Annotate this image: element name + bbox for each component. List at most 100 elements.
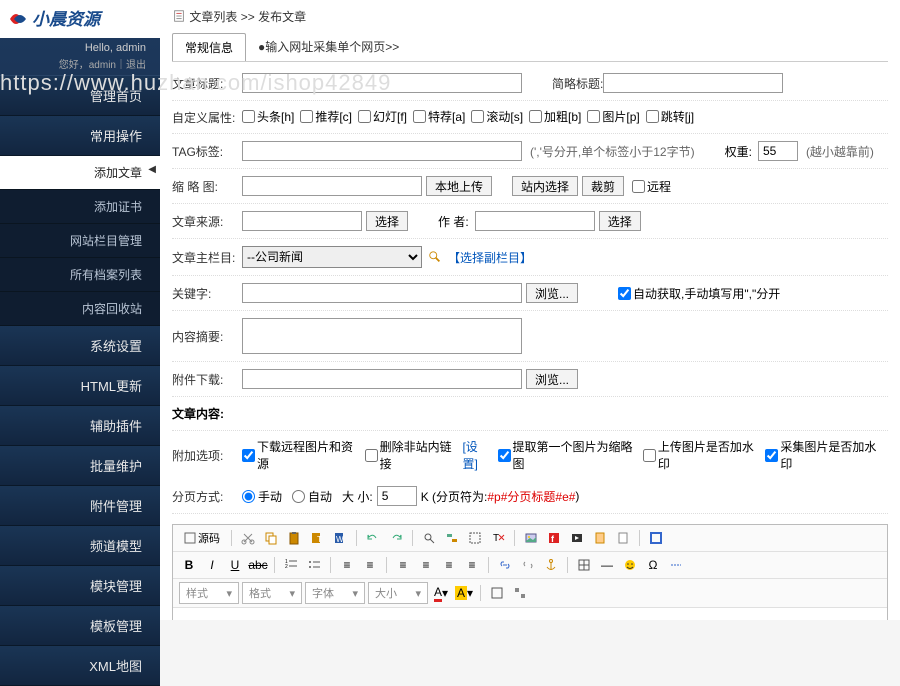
text-color-icon[interactable]: A▾ bbox=[431, 583, 451, 603]
nav-item[interactable]: 辅助插件 bbox=[0, 406, 160, 446]
outdent-icon[interactable]: ≡ bbox=[337, 555, 357, 575]
align-left-icon[interactable]: ≡ bbox=[393, 555, 413, 575]
short-title-input[interactable] bbox=[603, 73, 783, 93]
keywords-input[interactable] bbox=[242, 283, 522, 303]
tab-general[interactable]: 常规信息 bbox=[172, 33, 246, 61]
weight-input[interactable] bbox=[758, 141, 798, 161]
hr-icon[interactable]: — bbox=[597, 555, 617, 575]
attach-browse-button[interactable]: 浏览... bbox=[526, 369, 578, 389]
paging-manual-radio[interactable] bbox=[242, 490, 255, 503]
nav-item[interactable]: 网站栏目管理 bbox=[0, 224, 160, 258]
align-right-icon[interactable]: ≡ bbox=[439, 555, 459, 575]
nav-item[interactable]: 添加证书 bbox=[0, 190, 160, 224]
attr-checkbox[interactable]: 滚动[s] bbox=[471, 108, 523, 125]
paste-icon[interactable] bbox=[284, 528, 304, 548]
attr-checkbox[interactable]: 加粗[b] bbox=[529, 108, 581, 125]
source-input[interactable] bbox=[242, 211, 362, 231]
keywords-browse-button[interactable]: 浏览... bbox=[526, 283, 578, 303]
replace-icon[interactable] bbox=[442, 528, 462, 548]
source-select-button[interactable]: 选择 bbox=[366, 211, 408, 231]
crop-button[interactable]: 裁剪 bbox=[582, 176, 624, 196]
italic-icon[interactable]: I bbox=[202, 555, 222, 575]
nav-item[interactable]: HTML更新 bbox=[0, 366, 160, 406]
nav-item[interactable]: 模板管理 bbox=[0, 606, 160, 646]
page-size-input[interactable] bbox=[377, 486, 417, 506]
nav-item[interactable]: 频道模型 bbox=[0, 526, 160, 566]
page-icon[interactable] bbox=[613, 528, 633, 548]
attr-checkbox[interactable]: 图片[p] bbox=[587, 108, 639, 125]
thumb-input[interactable] bbox=[242, 176, 422, 196]
attr-checkbox[interactable]: 头条[h] bbox=[242, 108, 294, 125]
upload-button[interactable]: 本地上传 bbox=[426, 176, 492, 196]
tab-collect[interactable]: ●输入网址采集单个网页>> bbox=[250, 33, 407, 61]
tag-input[interactable] bbox=[242, 141, 522, 161]
blocks-icon[interactable] bbox=[510, 583, 530, 603]
paging-auto-radio[interactable] bbox=[292, 490, 305, 503]
nav-item[interactable]: 批量维护 bbox=[0, 446, 160, 486]
opt-setting-link[interactable]: [设置] bbox=[462, 438, 491, 472]
attach-input[interactable] bbox=[242, 369, 522, 389]
undo-icon[interactable] bbox=[363, 528, 383, 548]
unlink-icon[interactable] bbox=[518, 555, 538, 575]
special-char-icon[interactable]: Ω bbox=[643, 555, 663, 575]
remove-format-icon[interactable]: T bbox=[488, 528, 508, 548]
attach-icon[interactable] bbox=[590, 528, 610, 548]
nav-item[interactable]: 所有档案列表 bbox=[0, 258, 160, 292]
bg-color-icon[interactable]: A▾ bbox=[454, 583, 474, 603]
author-input[interactable] bbox=[475, 211, 595, 231]
nav-item[interactable]: 添加文章 bbox=[0, 156, 160, 190]
anchor-icon[interactable] bbox=[541, 555, 561, 575]
cut-icon[interactable] bbox=[238, 528, 258, 548]
attr-checkbox[interactable]: 幻灯[f] bbox=[358, 108, 407, 125]
attr-checkbox[interactable]: 推荐[c] bbox=[300, 108, 352, 125]
column-select[interactable]: --公司新闻 bbox=[242, 246, 422, 268]
align-justify-icon[interactable]: ≡ bbox=[462, 555, 482, 575]
nav-item[interactable]: XML地图 bbox=[0, 646, 160, 686]
table-icon[interactable] bbox=[574, 555, 594, 575]
search-icon[interactable] bbox=[428, 250, 442, 264]
image-icon[interactable] bbox=[521, 528, 541, 548]
opt-del-link-checkbox[interactable] bbox=[365, 449, 378, 462]
paste-word-icon[interactable]: W bbox=[330, 528, 350, 548]
opt-upload-wm-checkbox[interactable] bbox=[643, 449, 656, 462]
ol-icon[interactable]: 12 bbox=[281, 555, 301, 575]
selectall-icon[interactable] bbox=[465, 528, 485, 548]
nav-item[interactable]: 附件管理 bbox=[0, 486, 160, 526]
emoji-icon[interactable] bbox=[620, 555, 640, 575]
author-select-button[interactable]: 选择 bbox=[599, 211, 641, 231]
link-icon[interactable] bbox=[495, 555, 515, 575]
find-icon[interactable] bbox=[419, 528, 439, 548]
source-button[interactable]: 源码 bbox=[179, 528, 225, 548]
nav-item[interactable]: 常用操作 bbox=[0, 116, 160, 156]
indent-icon[interactable]: ≡ bbox=[360, 555, 380, 575]
size-select[interactable]: 大小▾ bbox=[368, 582, 428, 604]
paste-text-icon[interactable]: T bbox=[307, 528, 327, 548]
remote-checkbox[interactable] bbox=[632, 180, 645, 193]
style-select[interactable]: 样式▾ bbox=[179, 582, 239, 604]
flash-icon[interactable]: f bbox=[544, 528, 564, 548]
site-select-button[interactable]: 站内选择 bbox=[512, 176, 578, 196]
fullscreen-icon[interactable] bbox=[646, 528, 666, 548]
underline-icon[interactable]: U bbox=[225, 555, 245, 575]
opt-remote-img-checkbox[interactable] bbox=[242, 449, 255, 462]
opt-collect-wm-checkbox[interactable] bbox=[765, 449, 778, 462]
subcol-link[interactable]: 【选择副栏目】 bbox=[448, 249, 532, 266]
nav-item[interactable]: 系统设置 bbox=[0, 326, 160, 366]
redo-icon[interactable] bbox=[386, 528, 406, 548]
format-select[interactable]: 格式▾ bbox=[242, 582, 302, 604]
strike-icon[interactable]: abc bbox=[248, 555, 268, 575]
auto-keyword-checkbox[interactable] bbox=[618, 287, 631, 300]
title-input[interactable] bbox=[242, 73, 522, 93]
align-center-icon[interactable]: ≡ bbox=[416, 555, 436, 575]
user-sub[interactable]: 您好，admin｜退出 bbox=[14, 56, 146, 71]
attr-checkbox[interactable]: 跳转[j] bbox=[646, 108, 694, 125]
media-icon[interactable] bbox=[567, 528, 587, 548]
ul-icon[interactable] bbox=[304, 555, 324, 575]
attr-checkbox[interactable]: 特荐[a] bbox=[413, 108, 465, 125]
nav-item[interactable]: 内容回收站 bbox=[0, 292, 160, 326]
opt-first-thumb-checkbox[interactable] bbox=[498, 449, 511, 462]
summary-textarea[interactable] bbox=[242, 318, 522, 354]
nav-item[interactable]: 模块管理 bbox=[0, 566, 160, 606]
copy-icon[interactable] bbox=[261, 528, 281, 548]
font-select[interactable]: 字体▾ bbox=[305, 582, 365, 604]
